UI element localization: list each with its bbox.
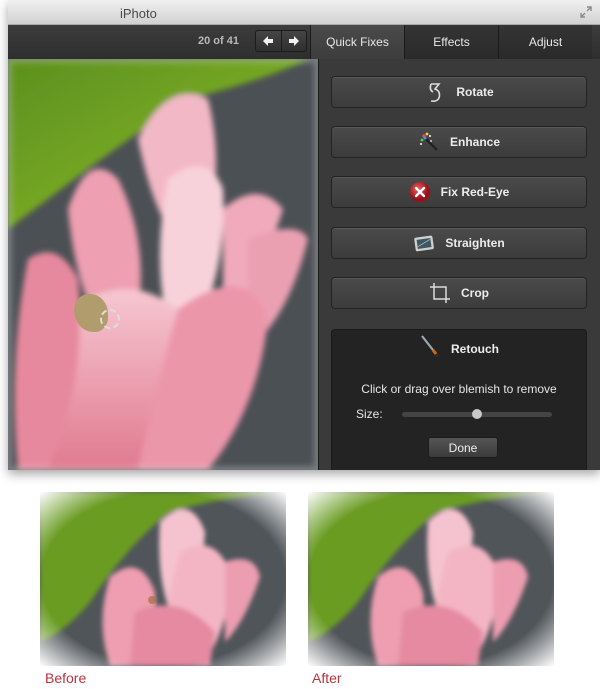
retouch-button[interactable]: Retouch	[332, 334, 586, 363]
brush-size-slider[interactable]	[402, 409, 552, 419]
size-label: Size:	[356, 407, 383, 421]
edit-tabs: Quick Fixes Effects Adjust	[310, 25, 592, 59]
previous-photo-button[interactable]	[256, 31, 281, 51]
crop-button[interactable]: Crop	[331, 277, 587, 309]
retouch-label: Retouch	[451, 341, 499, 356]
crop-icon	[429, 282, 451, 304]
rotate-label: Rotate	[456, 85, 494, 99]
photo-counter: 20 of 41	[198, 35, 239, 47]
rotate-button[interactable]: Rotate	[331, 76, 587, 108]
retouch-brush-cursor	[100, 309, 120, 329]
brush-icon	[419, 334, 441, 363]
done-button[interactable]: Done	[428, 437, 498, 458]
before-caption: Before	[45, 670, 87, 686]
flower-photo	[8, 59, 318, 470]
retouch-section: Retouch Click or drag over blemish to re…	[331, 329, 587, 470]
crop-label: Crop	[461, 286, 489, 300]
arrow-left-icon	[263, 36, 274, 46]
window-title: iPhoto	[120, 6, 157, 21]
straighten-button[interactable]: Straighten	[331, 227, 587, 259]
straighten-label: Straighten	[445, 236, 505, 250]
title-bar: iPhoto	[8, 0, 600, 25]
photo-nav	[255, 30, 307, 52]
before-photo	[40, 492, 286, 666]
after-photo	[308, 492, 554, 666]
arrow-right-icon	[288, 36, 299, 46]
magic-wand-icon	[418, 131, 440, 153]
before-flower-image	[40, 492, 286, 666]
after-caption: After	[312, 670, 342, 686]
enhance-button[interactable]: Enhance	[331, 126, 587, 158]
red-eye-icon	[409, 181, 431, 203]
fix-red-eye-label: Fix Red-Eye	[440, 185, 510, 199]
tab-effects[interactable]: Effects	[404, 25, 498, 59]
next-photo-button[interactable]	[280, 31, 307, 51]
photo-canvas[interactable]	[8, 59, 318, 470]
enhance-label: Enhance	[449, 135, 500, 149]
after-flower-image	[308, 492, 554, 666]
fix-red-eye-button[interactable]: Fix Red-Eye	[331, 176, 587, 208]
rotate-icon	[424, 81, 446, 103]
retouch-hint: Click or drag over blemish to remove	[361, 382, 557, 396]
brush-size-slider-thumb[interactable]	[472, 409, 482, 419]
straighten-icon	[413, 232, 435, 254]
tab-adjust[interactable]: Adjust	[498, 25, 592, 59]
quick-fixes-panel: Rotate Enhance Fix Red-Eye Straighten Cr…	[318, 59, 600, 470]
fullscreen-icon[interactable]	[580, 6, 592, 18]
tab-quick-fixes[interactable]: Quick Fixes	[310, 25, 404, 59]
